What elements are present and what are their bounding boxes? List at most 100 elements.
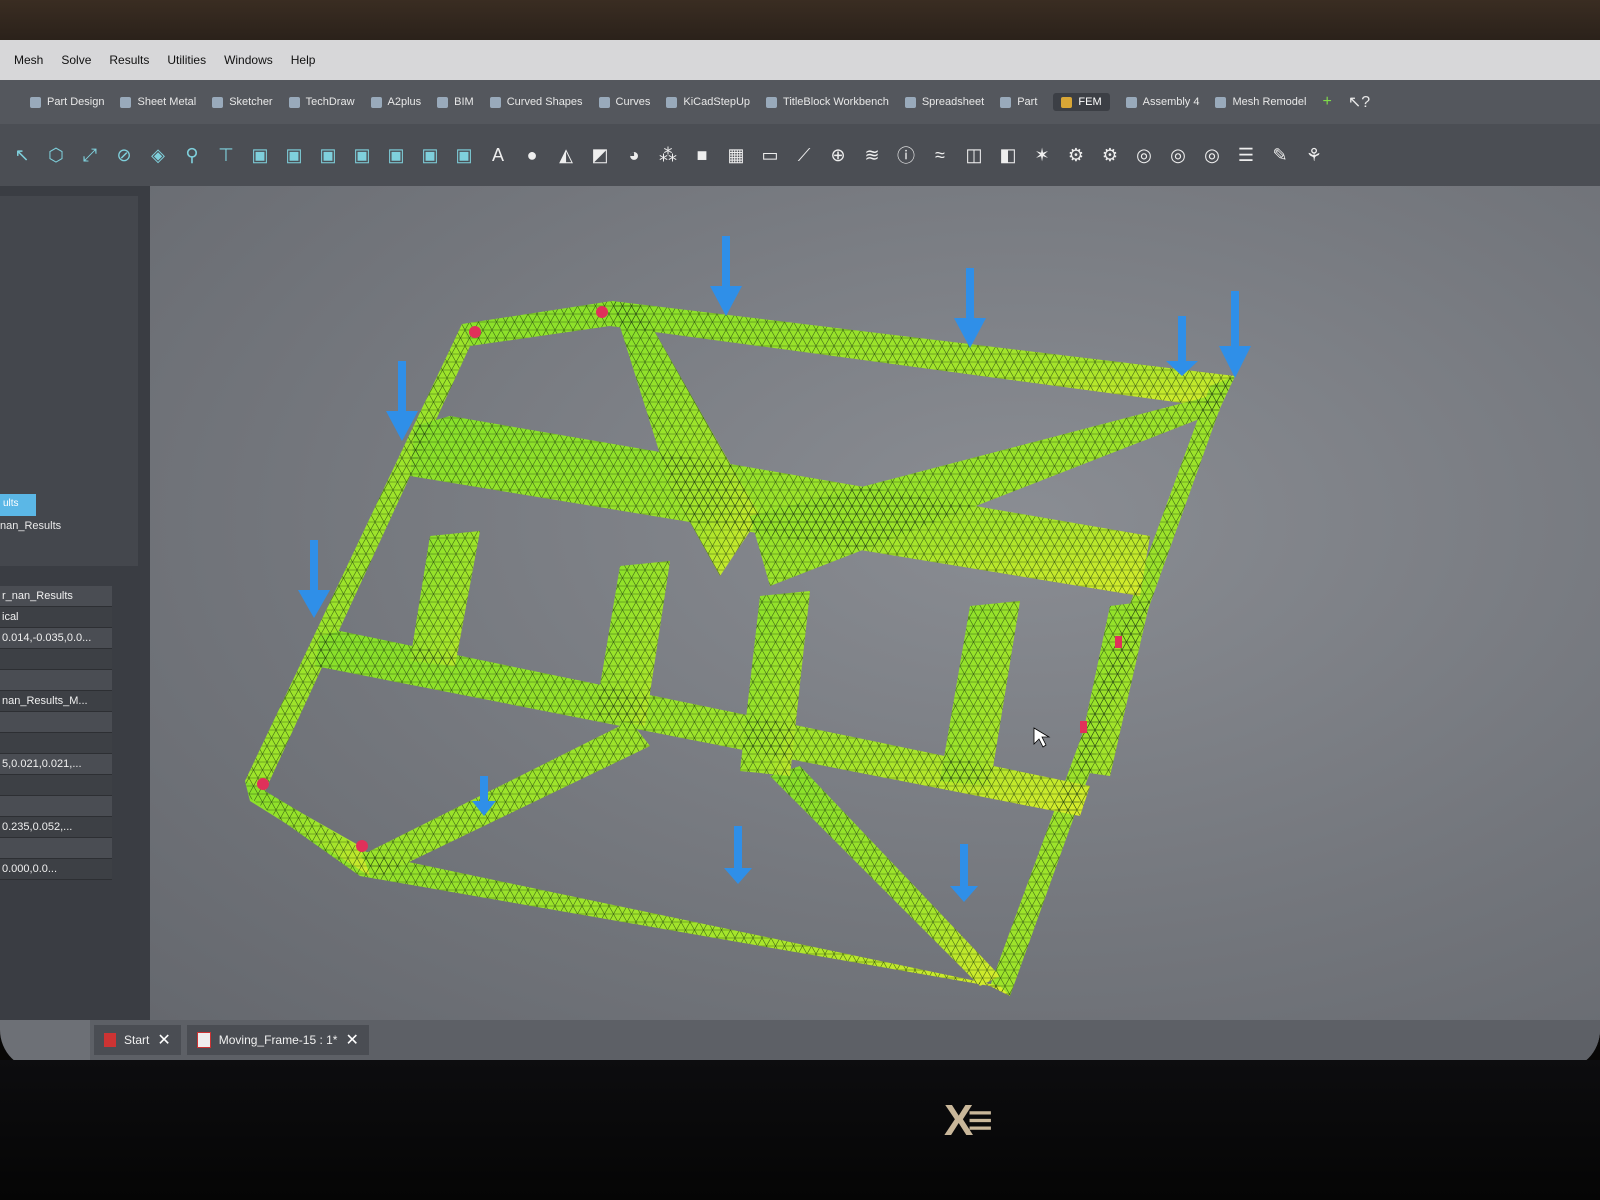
- clip-icon[interactable]: ✎: [1268, 143, 1292, 167]
- info-icon[interactable]: ⓘ: [894, 143, 918, 167]
- property-value[interactable]: [0, 796, 112, 817]
- surface-icon[interactable]: ◩: [588, 143, 612, 167]
- fluid-icon[interactable]: ⁂: [656, 143, 680, 167]
- menu-utilities[interactable]: Utilities: [167, 53, 206, 67]
- property-value[interactable]: r_nan_Results: [0, 586, 112, 607]
- tab-bim[interactable]: BIM: [437, 96, 474, 108]
- close-icon[interactable]: ✕: [345, 1030, 358, 1050]
- menu-solve[interactable]: Solve: [61, 53, 91, 67]
- constraint-marker[interactable]: [1115, 636, 1122, 648]
- view-top-icon[interactable]: ▣: [282, 143, 306, 167]
- measure-icon[interactable]: ⊤: [214, 143, 238, 167]
- property-value[interactable]: [0, 775, 112, 796]
- solver-icon[interactable]: ⚙: [1064, 143, 1088, 167]
- draw-style-icon[interactable]: ⊘: [112, 143, 136, 167]
- load-arrow[interactable]: [1166, 316, 1198, 376]
- tab-fem[interactable]: FEM: [1053, 93, 1110, 111]
- fem-toolbar: ↖ ⬡ ⤢ ⊘ ◈ ⚲ ⊤ ▣ ▣ ▣ ▣ ▣ ▣ ▣ A ● ◭ ◩ ◕ ⁂ …: [0, 124, 1600, 186]
- property-value[interactable]: nan_Results_M...: [0, 691, 112, 712]
- beam-icon[interactable]: ▭: [758, 143, 782, 167]
- load-arrow[interactable]: [950, 844, 978, 902]
- property-value[interactable]: [0, 649, 112, 670]
- tab-sheet-metal[interactable]: Sheet Metal: [120, 96, 196, 108]
- sphere-icon[interactable]: ●: [520, 143, 544, 167]
- tab-curved-shapes[interactable]: Curved Shapes: [489, 96, 583, 108]
- property-value[interactable]: [0, 712, 112, 733]
- tab-assembly4[interactable]: Assembly 4: [1125, 96, 1199, 108]
- menu-help[interactable]: Help: [291, 53, 316, 67]
- heat-icon[interactable]: ≋: [860, 143, 884, 167]
- assembly-icon: [1125, 96, 1137, 108]
- menu-results[interactable]: Results: [109, 53, 149, 67]
- 3d-viewport[interactable]: [150, 186, 1600, 1020]
- property-value[interactable]: [0, 838, 112, 859]
- view-bottom-icon[interactable]: ▣: [384, 143, 408, 167]
- view-fit-icon[interactable]: ⤢: [78, 143, 102, 167]
- constraint-marker[interactable]: [596, 306, 608, 318]
- shell-icon[interactable]: ▦: [724, 143, 748, 167]
- tab-techdraw[interactable]: TechDraw: [288, 96, 355, 108]
- solid-box-icon[interactable]: ■: [690, 143, 714, 167]
- property-value[interactable]: ical: [0, 607, 112, 628]
- constraint-marker[interactable]: [356, 840, 368, 852]
- tree-item-results[interactable]: nan_Results: [0, 520, 61, 532]
- tab-mesh-remodel[interactable]: Mesh Remodel: [1215, 96, 1306, 108]
- tree-item-selected[interactable]: ults: [0, 494, 36, 516]
- tab-titleblock[interactable]: TitleBlock Workbench: [766, 96, 889, 108]
- constraint-icon[interactable]: ⊕: [826, 143, 850, 167]
- property-value[interactable]: 0.235,0.052,...: [0, 817, 112, 838]
- filter-icon[interactable]: ⚘: [1302, 143, 1326, 167]
- view-axo-icon[interactable]: ▣: [452, 143, 476, 167]
- drop-icon[interactable]: ◭: [554, 143, 578, 167]
- tab-part[interactable]: Part: [1000, 96, 1037, 108]
- wave-icon[interactable]: ≈: [928, 143, 952, 167]
- doc-tab-moving-frame[interactable]: Moving_Frame-15 : 1* ✕: [186, 1025, 369, 1055]
- mesh-netgen-icon[interactable]: ◫: [962, 143, 986, 167]
- warp-icon[interactable]: ◎: [1200, 143, 1224, 167]
- view-left-icon[interactable]: ▣: [418, 143, 442, 167]
- material-icon[interactable]: ◕: [622, 143, 646, 167]
- mesh-region-icon[interactable]: ✶: [1030, 143, 1054, 167]
- constraint-marker[interactable]: [257, 778, 269, 790]
- rod-icon[interactable]: ⟋: [792, 143, 816, 167]
- menu-windows[interactable]: Windows: [224, 53, 273, 67]
- tab-part-design[interactable]: Part Design: [30, 96, 104, 108]
- view-right-icon[interactable]: ▣: [316, 143, 340, 167]
- mesh-gmsh-icon[interactable]: ◧: [996, 143, 1020, 167]
- close-icon[interactable]: ✕: [157, 1030, 170, 1050]
- property-value[interactable]: 5,0.021,0.021,...: [0, 754, 112, 775]
- tab-curves[interactable]: Curves: [598, 96, 650, 108]
- zoom-icon[interactable]: ⚲: [180, 143, 204, 167]
- property-value[interactable]: 0.014,-0.035,0.0...: [0, 628, 112, 649]
- constraint-marker[interactable]: [469, 326, 481, 338]
- doc-tab-start[interactable]: Start ✕: [94, 1025, 181, 1055]
- constraint-marker[interactable]: [1080, 721, 1087, 733]
- text-icon[interactable]: A: [486, 143, 510, 167]
- add-workbench-button[interactable]: +: [1322, 93, 1331, 111]
- load-arrow[interactable]: [298, 540, 330, 618]
- tab-kicadstepup[interactable]: KiCadStepUp: [666, 96, 750, 108]
- std-view-box-icon[interactable]: ⬡: [44, 143, 68, 167]
- load-arrow[interactable]: [710, 236, 742, 316]
- sketcher-icon: [212, 96, 224, 108]
- document-icon: [196, 1032, 211, 1048]
- property-value[interactable]: [0, 733, 112, 754]
- tab-spreadsheet[interactable]: Spreadsheet: [904, 96, 984, 108]
- whats-this-button[interactable]: ↖?: [1348, 92, 1370, 112]
- load-arrow[interactable]: [954, 268, 986, 348]
- load-arrow[interactable]: [724, 826, 752, 884]
- property-value[interactable]: [0, 670, 112, 691]
- result-pipeline-icon[interactable]: ◎: [1166, 143, 1190, 167]
- menu-mesh[interactable]: Mesh: [14, 53, 43, 67]
- load-arrow[interactable]: [1219, 291, 1251, 378]
- tab-a2plus[interactable]: A2plus: [370, 96, 421, 108]
- run-solver-icon[interactable]: ⚙: [1098, 143, 1122, 167]
- view-rear-icon[interactable]: ▣: [350, 143, 374, 167]
- isometric-icon[interactable]: ◈: [146, 143, 170, 167]
- property-value[interactable]: 0.000,0.0...: [0, 859, 112, 880]
- result-icon[interactable]: ◎: [1132, 143, 1156, 167]
- view-front-icon[interactable]: ▣: [248, 143, 272, 167]
- stack-icon[interactable]: ☰: [1234, 143, 1258, 167]
- select-icon[interactable]: ↖: [10, 143, 34, 167]
- tab-sketcher[interactable]: Sketcher: [212, 96, 273, 108]
